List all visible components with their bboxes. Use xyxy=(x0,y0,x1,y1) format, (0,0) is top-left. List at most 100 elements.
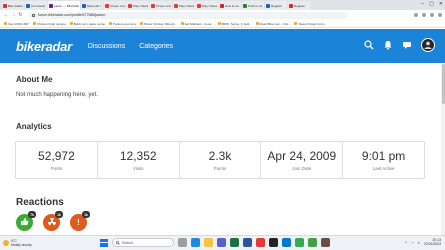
edge-icon[interactable] xyxy=(191,238,200,247)
weather-widget[interactable]: 4°C Mostly cloudy xyxy=(0,239,60,247)
address-bar[interactable]: forum.bikeradar.com/profile/677586/jadom xyxy=(28,11,348,19)
bookmark-item[interactable]: BMW_Series_3_Estl... xyxy=(217,22,252,26)
favorites-icon[interactable] xyxy=(422,13,426,17)
stat-value: 9:01 pm xyxy=(361,149,406,163)
stat-label: Join Date xyxy=(292,166,312,171)
browser-tab-active[interactable]: yahoo — BikeRadar xyxy=(48,1,80,10)
browser-tab[interactable]: Chess: Ano xyxy=(104,1,126,10)
browser-tab[interactable]: Chess: Ano xyxy=(150,1,172,10)
bookmark-item[interactable]: Road Bike.com - Onli... xyxy=(255,22,290,26)
profile-icon[interactable] xyxy=(430,13,434,17)
back-icon[interactable]: ← xyxy=(3,12,10,18)
chrome-icon[interactable] xyxy=(295,238,304,247)
bookmark-item[interactable]: Eid Makhani - Cook... xyxy=(180,22,214,26)
bookmark-item[interactable]: Sweet Potato Curry... xyxy=(294,22,327,26)
app-icon[interactable] xyxy=(308,238,317,247)
tab-favicon xyxy=(197,3,201,8)
clock[interactable]: 20:13 22/01/2023 xyxy=(424,238,441,246)
avatar[interactable] xyxy=(421,38,435,52)
reaction-badge[interactable]: 1k xyxy=(43,211,63,231)
bookmark-item[interactable]: Chicken thigh receipe xyxy=(32,22,66,26)
reaction-badge[interactable]: ! 1k xyxy=(70,211,90,231)
browser-tab[interactable]: Play Chess xyxy=(173,1,195,10)
url-text[interactable]: forum.bikeradar.com/profile/677586/jadom xyxy=(38,13,105,17)
browser-tab-strip: Bike Radar (4 unread) yahoo — BikeRadar … xyxy=(0,0,445,10)
taskbar-search[interactable]: Search xyxy=(112,238,174,247)
folder-icon xyxy=(180,22,184,25)
system-tray: ^ ◔ ◖ 20:13 22/01/2023 xyxy=(405,238,441,246)
weather-text: 4°C Mostly cloudy xyxy=(11,239,32,247)
task-view-icon[interactable] xyxy=(178,238,187,247)
taskbar: 4°C Mostly cloudy Search ^ ◔ ◖ 20:13 22/… xyxy=(0,235,445,250)
bookmarks-bar: Intel 1993-1997 Chicken thigh receipe Ba… xyxy=(0,20,445,28)
browser-tab[interactable]: Register xyxy=(288,1,310,10)
browser-tab[interactable]: Muscular f xyxy=(81,1,103,10)
extension-icon[interactable] xyxy=(414,13,418,17)
bookmark-item[interactable]: Intel 1993-1997 xyxy=(4,22,29,26)
bookmark-item[interactable]: Baldi curry paste recipe xyxy=(69,22,105,26)
stat-points: 2.3k Points xyxy=(180,142,262,178)
tab-favicon xyxy=(220,3,224,8)
stat-value: 2.3k xyxy=(208,149,232,163)
reload-icon[interactable]: ↻ xyxy=(17,12,24,18)
browser-tab[interactable]: Register xyxy=(265,1,287,10)
address-bar-row: ← → ↻ forum.bikeradar.com/profile/677586… xyxy=(0,10,445,20)
maximize-icon[interactable]: ▢ xyxy=(429,1,434,7)
opera-icon[interactable] xyxy=(256,238,265,247)
menu-icon[interactable] xyxy=(438,13,442,17)
notifications-icon[interactable] xyxy=(383,40,393,50)
messages-icon[interactable] xyxy=(402,40,412,50)
tab-favicon xyxy=(26,3,30,8)
forward-icon[interactable]: → xyxy=(10,12,17,18)
volume-icon[interactable]: ◖ xyxy=(418,240,420,245)
radiation-icon xyxy=(47,217,57,229)
windows-start-icon[interactable] xyxy=(100,238,108,247)
reaction-count: 1k xyxy=(55,211,63,218)
stat-label: Posts xyxy=(50,166,63,171)
bikeradar-logo[interactable]: bikeradar xyxy=(16,39,72,54)
browser-tab[interactable]: Profi.co.uk xyxy=(242,1,264,10)
nav-categories[interactable]: Categories xyxy=(139,43,173,50)
window-controls: – ▢ ✕ xyxy=(421,1,443,7)
nav-discussions[interactable]: Discussions xyxy=(88,43,125,50)
reaction-count: 1k xyxy=(82,211,90,218)
app-icon[interactable] xyxy=(321,238,330,247)
browser-tab[interactable]: Play Chess xyxy=(196,1,218,10)
photos-icon[interactable] xyxy=(282,238,291,247)
file-explorer-icon[interactable] xyxy=(204,238,213,247)
about-text: Not much happening here, yet. xyxy=(16,92,99,98)
browser-tab[interactable]: (4 unread) xyxy=(25,1,47,10)
teams-icon[interactable] xyxy=(217,238,226,247)
taskbar-apps: Search xyxy=(100,238,330,247)
browser-tab[interactable]: How to mo xyxy=(219,1,241,10)
site-header: bikeradar Discussions Categories xyxy=(0,29,445,63)
stat-visits: 12,352 Visits xyxy=(98,142,180,178)
folder-icon xyxy=(109,22,113,25)
bookmark-item[interactable]: Butter Chicken (Murgh... xyxy=(140,22,177,26)
scrollbar-thumb[interactable] xyxy=(441,64,445,104)
excel-icon[interactable] xyxy=(230,238,239,247)
folder-icon xyxy=(69,22,73,25)
close-icon[interactable]: ✕ xyxy=(439,1,443,7)
folder-icon xyxy=(217,22,221,25)
stat-value: 12,352 xyxy=(119,149,157,163)
browser-tab[interactable]: Bike Radar xyxy=(2,1,24,10)
folder-icon xyxy=(140,22,144,25)
header-actions xyxy=(364,38,435,52)
thumbs-up-icon xyxy=(20,217,29,228)
reaction-badge[interactable]: 7k xyxy=(16,211,36,231)
about-title: About Me xyxy=(16,75,53,84)
wifi-icon[interactable]: ◔ xyxy=(411,240,413,245)
analytics-stats: 52,972 Posts 12,352 Visits 2.3k Points A… xyxy=(15,141,425,179)
browser-tab[interactable]: Play Chess xyxy=(127,1,149,10)
tray-chevron-icon[interactable]: ^ xyxy=(405,240,407,245)
search-icon[interactable] xyxy=(364,40,374,50)
search-placeholder: Search xyxy=(122,240,134,245)
tab-favicon xyxy=(128,3,132,8)
stat-label: Last Active xyxy=(372,166,395,171)
media-icon[interactable] xyxy=(269,238,278,247)
minimize-icon[interactable]: – xyxy=(421,1,424,7)
bookmark-item[interactable]: Parkers economy xyxy=(109,22,136,26)
word-icon[interactable] xyxy=(243,238,252,247)
stat-posts: 52,972 Posts xyxy=(16,142,98,178)
